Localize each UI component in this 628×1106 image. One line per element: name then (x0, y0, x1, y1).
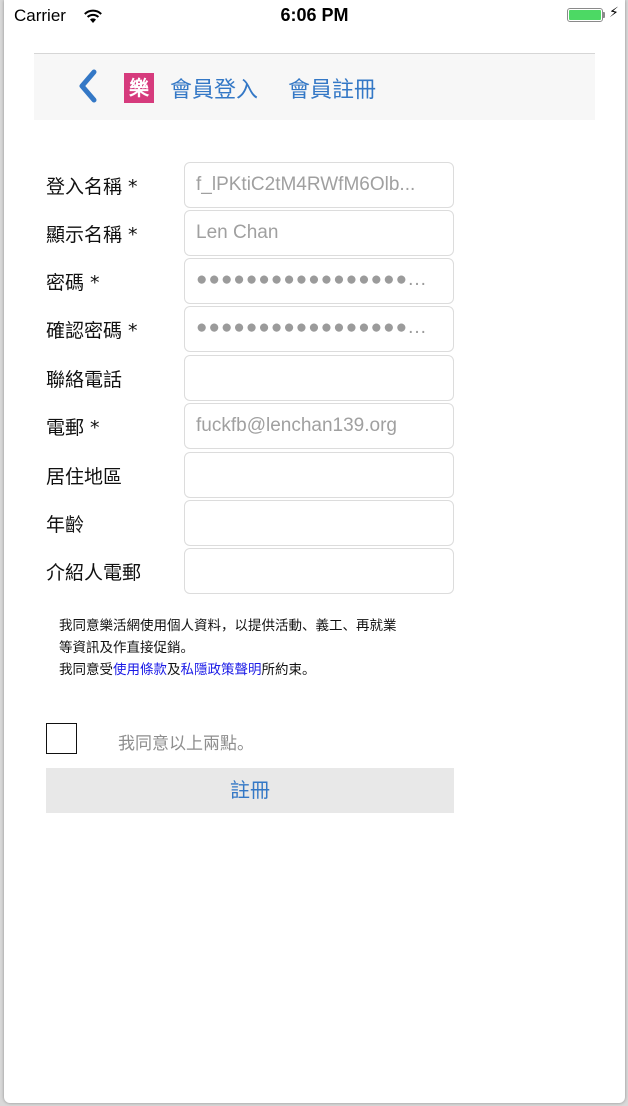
navigation-bar: 樂 會員登入 會員註冊 (34, 53, 595, 120)
phone-label: 聯絡電話 (46, 369, 123, 391)
age-input[interactable] (184, 500, 454, 546)
terms-of-use-link[interactable]: 使用條款 (113, 662, 167, 678)
confirm-password-label: 確認密碼 * (46, 320, 138, 342)
status-time: 6:06 PM (280, 5, 349, 25)
consent-and: 及 (167, 662, 181, 678)
referrer-email-input[interactable] (184, 548, 454, 594)
form-row-phone: 聯絡電話 (4, 355, 625, 401)
form-row-display-name: 顯示名稱 * Len Chan (4, 210, 625, 256)
confirm-password-input[interactable]: ●●●●●●●●●●●●●●●●●... (184, 306, 454, 352)
form-row-age: 年齡 (4, 500, 625, 546)
charging-bolt-icon: ⚡︎ (609, 5, 619, 21)
password-label: 密碼 * (46, 272, 100, 294)
password-input[interactable]: ●●●●●●●●●●●●●●●●●... (184, 258, 454, 304)
consent-line-1: 我同意樂活網使用個人資料，以提供活動、義工、再就業 (59, 618, 397, 634)
agree-label: 我同意以上兩點。 (118, 734, 254, 754)
member-register-link[interactable]: 會員註冊 (288, 72, 376, 104)
login-name-input[interactable]: f_lPKtiC2tM4RWfM6Olb... (184, 162, 454, 208)
consent-suffix: 所約束。 (261, 662, 316, 678)
form-row-password: 密碼 * ●●●●●●●●●●●●●●●●●... (4, 258, 625, 304)
email-value: fuckfb@lenchan139.org (196, 415, 397, 436)
battery-tip (603, 12, 605, 18)
form-row-email: 電郵 * fuckfb@lenchan139.org (4, 403, 625, 449)
form-row-confirm-password: 確認密碼 * ●●●●●●●●●●●●●●●●●... (4, 306, 625, 352)
age-label: 年齡 (46, 514, 85, 536)
agree-checkbox[interactable] (46, 723, 77, 754)
login-name-value: f_lPKtiC2tM4RWfM6Olb... (196, 174, 416, 195)
display-name-value: Len Chan (196, 222, 279, 243)
password-value: ●●●●●●●●●●●●●●●●●... (196, 269, 427, 290)
consent-line-3: 我同意受使用條款及私隱政策聲明所約束。 (59, 659, 449, 681)
chevron-left-icon[interactable] (74, 68, 102, 104)
login-name-label: 登入名稱 * (46, 176, 138, 198)
status-bar: Carrier 6:06 PM ⚡︎ (4, 0, 625, 32)
display-name-input[interactable]: Len Chan (184, 210, 454, 256)
register-button[interactable]: 註冊 (46, 768, 454, 813)
region-input[interactable] (184, 452, 454, 498)
region-label: 居住地區 (46, 466, 123, 488)
consent-line-2: 等資訊及作直接促銷。 (59, 640, 194, 656)
display-name-label: 顯示名稱 * (46, 224, 138, 246)
form-row-referrer-email: 介紹人電郵 (4, 548, 625, 594)
referrer-email-label: 介紹人電郵 (46, 562, 142, 584)
form-row-login-name: 登入名稱 * f_lPKtiC2tM4RWfM6Olb... (4, 162, 625, 208)
email-input[interactable]: fuckfb@lenchan139.org (184, 403, 454, 449)
battery-icon (567, 8, 603, 22)
privacy-policy-link[interactable]: 私隱政策聲明 (181, 662, 262, 678)
member-login-link[interactable]: 會員登入 (170, 72, 258, 104)
email-label: 電郵 * (46, 417, 100, 439)
form-row-region: 居住地區 (4, 452, 625, 498)
consent-note: 我同意樂活網使用個人資料，以提供活動、義工、再就業 等資訊及作直接促銷。 我同意… (59, 615, 449, 681)
phone-input[interactable] (184, 355, 454, 401)
app-screen: Carrier 6:06 PM ⚡︎ 樂 會員登入 會員註冊 登入名稱 * f_… (4, 0, 625, 1103)
confirm-password-value: ●●●●●●●●●●●●●●●●●... (196, 317, 427, 338)
app-logo: 樂 (124, 73, 154, 103)
consent-prefix: 我同意受 (59, 662, 113, 678)
